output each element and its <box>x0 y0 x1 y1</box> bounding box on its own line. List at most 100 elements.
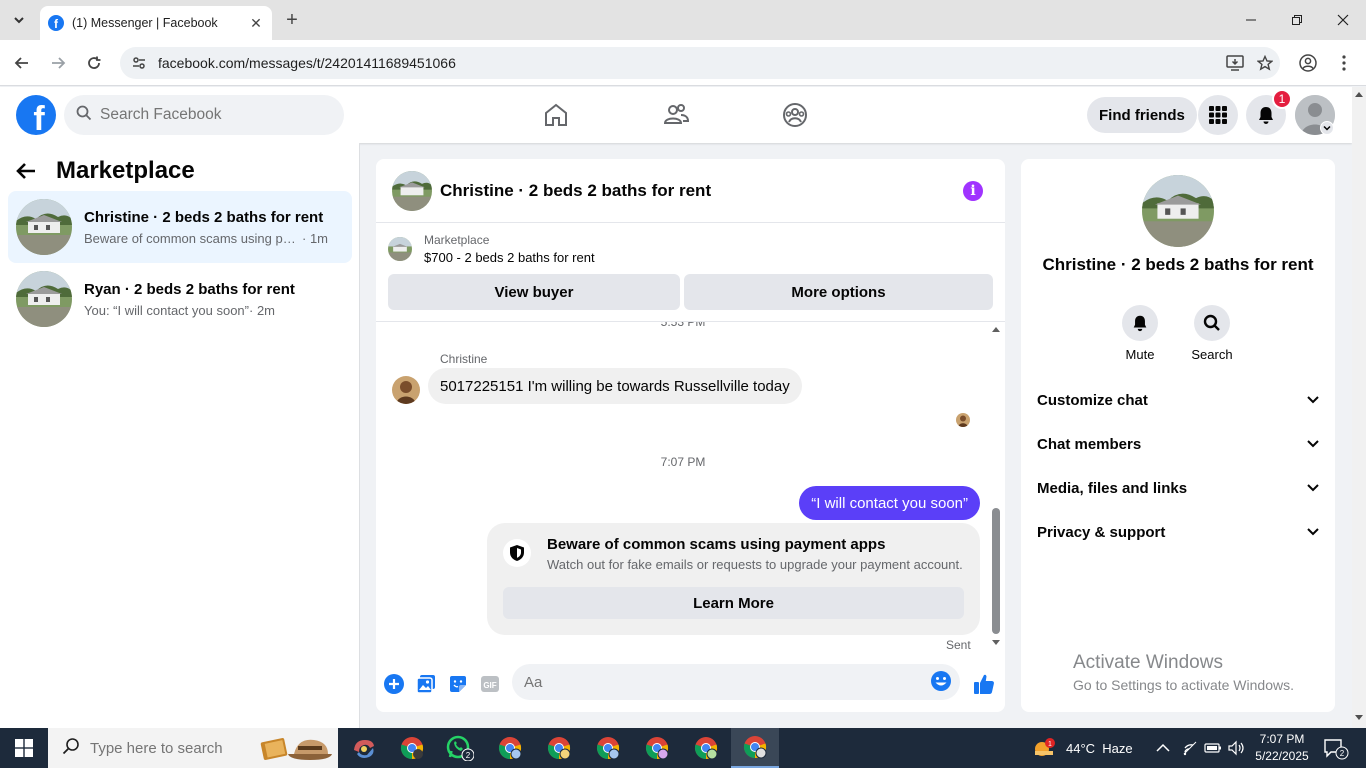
whatsapp-icon[interactable]: 2 <box>436 728 484 768</box>
section-label: Customize chat <box>1037 391 1148 409</box>
add-plus-icon[interactable] <box>378 668 410 700</box>
chat-details-panel: Christine · 2 beds 2 baths for rent Mute… <box>1021 159 1335 712</box>
weather-text: 44°C Haze <box>1066 740 1133 756</box>
search-chat-button[interactable]: Search <box>1182 305 1242 362</box>
search-icon <box>76 105 92 126</box>
forward-arrow-icon[interactable] <box>44 49 72 77</box>
browser-tab-active[interactable]: f (1) Messenger | Facebook ✕ <box>40 6 272 40</box>
facebook-search-box[interactable] <box>64 95 344 135</box>
back-arrow-icon[interactable] <box>16 162 48 180</box>
facebook-favicon-icon: f <box>48 15 64 31</box>
address-bar[interactable]: facebook.com/messages/t/2420141168945106… <box>120 47 1280 79</box>
chat-members-row[interactable]: Chat members <box>1029 422 1327 466</box>
tab-search-chevron-icon[interactable] <box>6 8 32 32</box>
gif-icon[interactable]: GIF <box>474 668 506 700</box>
emoji-icon[interactable] <box>930 670 952 697</box>
conversation-item-ryan[interactable]: Ryan · 2 beds 2 baths for rent You: “I w… <box>8 263 352 335</box>
outgoing-message[interactable]: “I will contact you soon” <box>799 486 980 520</box>
scrollbar-thumb[interactable] <box>992 508 1000 634</box>
incoming-message[interactable]: 5017225151 I'm willing be towards Russel… <box>428 368 802 404</box>
privacy-support-row[interactable]: Privacy & support <box>1029 510 1327 554</box>
window-close-icon[interactable] <box>1320 0 1366 40</box>
whatsapp-badge: 2 <box>466 751 471 760</box>
chrome-active-window-icon[interactable] <box>731 728 779 768</box>
chrome-icon[interactable] <box>388 728 436 768</box>
conversation-name: Christine · 2 beds 2 baths for rent <box>84 208 324 226</box>
install-app-icon[interactable] <box>1220 55 1250 71</box>
info-icon[interactable]: i <box>963 181 983 201</box>
chat-header-avatar[interactable] <box>392 170 432 211</box>
taskbar-app-icon[interactable] <box>340 728 388 768</box>
network-icon[interactable] <box>1182 728 1198 768</box>
volume-icon[interactable] <box>1228 728 1246 768</box>
chat-list-panel: Marketplace Christine · 2 beds 2 baths f… <box>0 143 360 728</box>
bookmark-star-icon[interactable] <box>1250 55 1280 71</box>
chrome-profile-icon[interactable] <box>682 728 730 768</box>
chrome-profile-icon[interactable] <box>633 728 681 768</box>
groups-icon[interactable] <box>765 95 825 135</box>
read-receipt-avatar <box>956 413 970 427</box>
home-icon[interactable] <box>526 95 586 135</box>
message-scrollbar[interactable] <box>989 322 1003 651</box>
account-chevron-icon[interactable] <box>1320 121 1334 135</box>
battery-icon[interactable] <box>1204 728 1222 768</box>
media-files-links-row[interactable]: Media, files and links <box>1029 466 1327 510</box>
conversation-item-christine[interactable]: Christine · 2 beds 2 baths for rent Bewa… <box>8 191 352 263</box>
marketplace-listing[interactable]: Marketplace $700 - 2 beds 2 baths for re… <box>388 233 595 265</box>
notification-center-icon[interactable]: 2 <box>1322 728 1350 768</box>
sticker-icon[interactable] <box>442 668 474 700</box>
listing-thumbnail <box>16 199 72 255</box>
chat-profile-photo[interactable] <box>1142 175 1214 247</box>
browser-tabstrip: f (1) Messenger | Facebook ✕ + <box>0 0 1366 40</box>
section-label: Privacy & support <box>1037 523 1166 541</box>
site-settings-icon[interactable] <box>128 55 150 71</box>
sender-avatar[interactable] <box>392 376 420 404</box>
clock-date: 5/22/2025 <box>1255 749 1309 763</box>
page-scrollbar[interactable] <box>1352 87 1366 728</box>
view-buyer-button[interactable]: View buyer <box>388 274 680 310</box>
search-highlight-icon[interactable] <box>258 732 334 768</box>
back-arrow-icon[interactable] <box>8 49 36 77</box>
more-options-button[interactable]: More options <box>684 274 993 310</box>
windows-taskbar: 2 1 44°C Haze 7:07 PM 5/22/2025 2 <box>0 728 1366 768</box>
taskbar-search-box[interactable] <box>48 728 338 768</box>
chrome-profile-icon[interactable] <box>584 728 632 768</box>
photo-icon[interactable] <box>410 668 442 700</box>
marketplace-label: Marketplace <box>424 233 490 247</box>
chat-header-name[interactable]: Christine · 2 beds 2 baths for rent <box>440 181 711 201</box>
tab-close-icon[interactable]: ✕ <box>248 15 264 32</box>
taskbar-search-input[interactable] <box>90 739 250 757</box>
customize-chat-row[interactable]: Customize chat <box>1029 378 1327 422</box>
facebook-search-input[interactable] <box>100 106 300 124</box>
timestamp: 5:53 PM <box>660 321 706 329</box>
friends-icon[interactable] <box>646 95 706 135</box>
new-tab-plus-icon[interactable]: + <box>280 8 304 32</box>
reload-icon[interactable] <box>80 49 108 77</box>
message-input-box[interactable] <box>512 664 960 700</box>
facebook-logo[interactable]: f <box>16 95 56 135</box>
mute-button[interactable]: Mute <box>1110 305 1170 362</box>
system-clock[interactable]: 7:07 PM 5/22/2025 <box>1252 731 1312 765</box>
find-friends-button[interactable]: Find friends <box>1087 97 1197 133</box>
weather-widget[interactable]: 1 44°C Haze <box>1032 728 1133 768</box>
notifications-bell-icon[interactable]: 1 <box>1246 89 1292 135</box>
windows-start-icon[interactable] <box>0 728 48 768</box>
thumbs-up-icon[interactable] <box>968 668 1000 700</box>
minimize-icon[interactable] <box>1228 0 1274 40</box>
restore-icon[interactable] <box>1274 0 1320 40</box>
search-label: Search <box>1191 347 1233 362</box>
profile-icon[interactable] <box>1294 49 1322 77</box>
notification-badge: 1 <box>1272 89 1292 109</box>
learn-more-button[interactable]: Learn More <box>503 587 964 619</box>
show-hidden-icons-chevron-icon[interactable] <box>1156 728 1170 768</box>
menu-grid-icon[interactable] <box>1198 95 1238 135</box>
chrome-profile-icon[interactable] <box>486 728 534 768</box>
message-input[interactable] <box>524 673 914 691</box>
conversation-snippet: Beware of common scams using payment app… <box>84 230 302 246</box>
message-thread: 5:53 PM Christine 5017225151 I'm willing… <box>376 321 1005 651</box>
chat-panel: Christine · 2 beds 2 baths for rent i Ma… <box>376 159 1005 712</box>
url-text[interactable]: facebook.com/messages/t/2420141168945106… <box>158 55 1220 71</box>
browser-menu-icon[interactable] <box>1330 49 1358 77</box>
sent-status: Sent <box>946 638 971 651</box>
chrome-profile-icon[interactable] <box>535 728 583 768</box>
